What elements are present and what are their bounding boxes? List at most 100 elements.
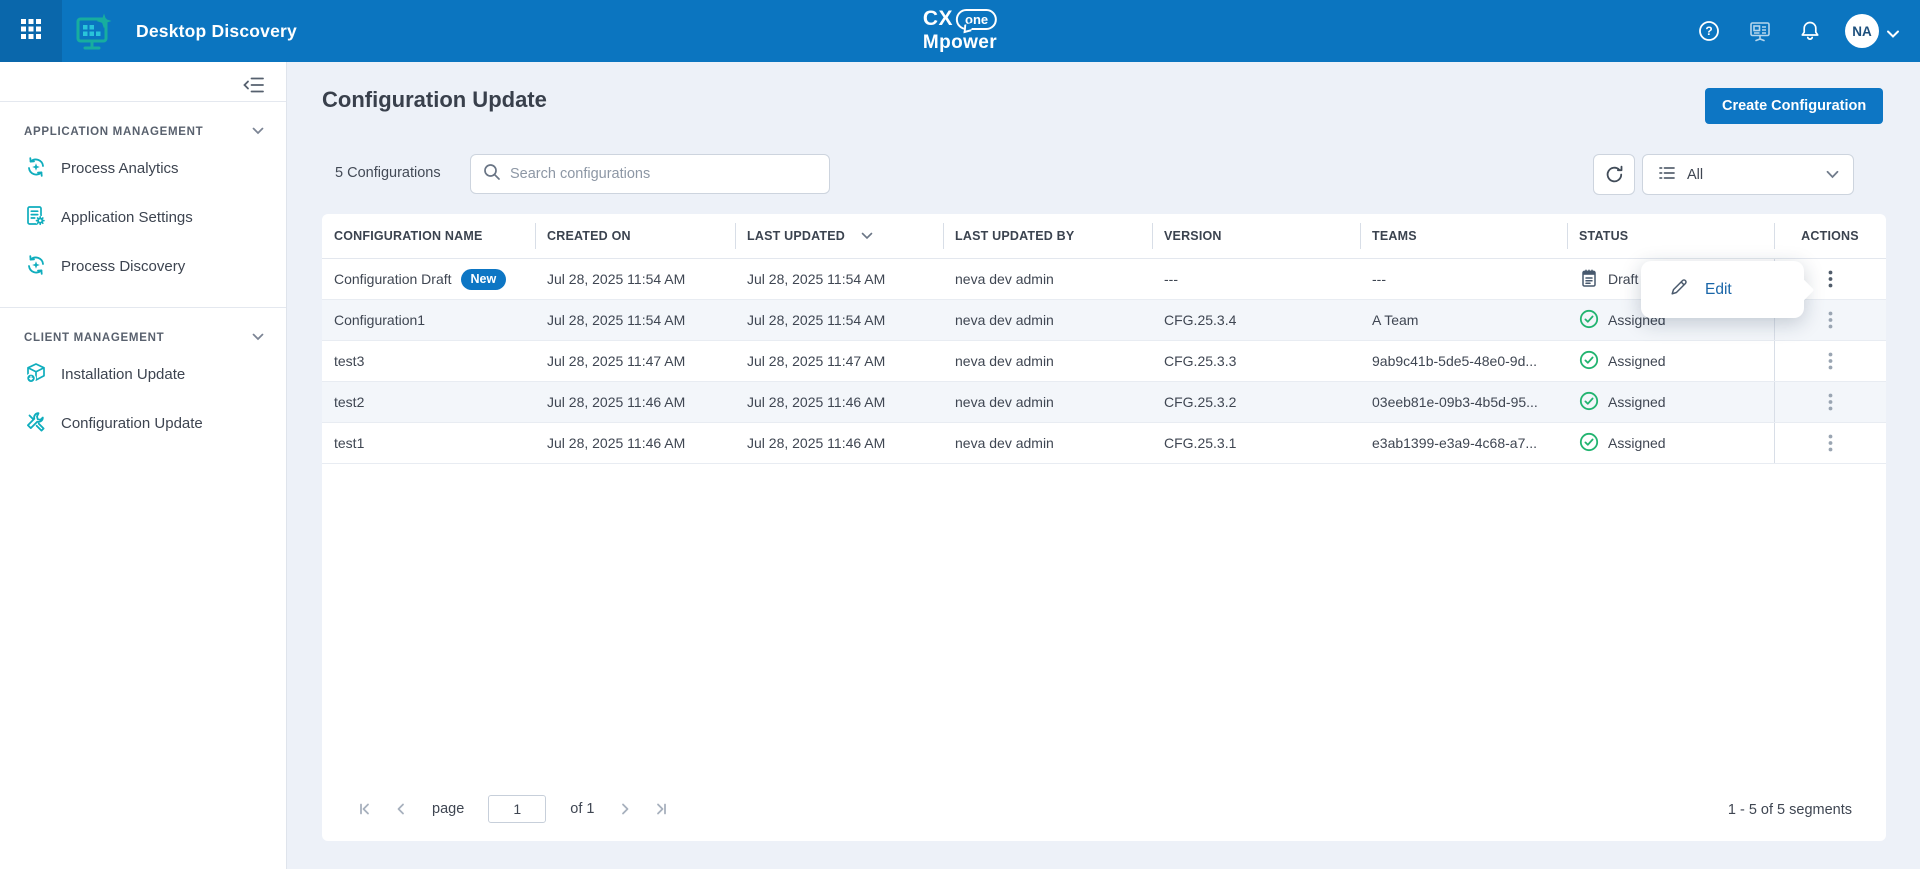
last-updated-by-cell: neva dev admin [943, 259, 1152, 299]
status-assigned-icon [1579, 350, 1599, 373]
last-updated-by-cell: neva dev admin [943, 423, 1152, 463]
sidebar-item-label: Installation Update [61, 366, 185, 383]
row-actions-kebab-icon[interactable] [1816, 428, 1846, 458]
teams-cell: --- [1360, 259, 1567, 299]
status-assigned-icon [1579, 391, 1599, 414]
version-cell: CFG.25.3.4 [1152, 300, 1360, 340]
configuration-name: Configuration1 [334, 312, 425, 328]
version-cell: CFG.25.3.3 [1152, 341, 1360, 381]
app-launcher-button[interactable] [0, 0, 62, 62]
column-header-version: VERSION [1152, 214, 1360, 258]
row-actions-kebab-icon[interactable] [1816, 346, 1846, 376]
sidebar-section-header[interactable]: APPLICATION MANAGEMENT [0, 126, 286, 144]
table-row[interactable]: test2 Jul 28, 2025 11:46 AM Jul 28, 2025… [322, 382, 1886, 423]
status-cell: Assigned [1567, 382, 1774, 422]
created-on-cell: Jul 28, 2025 11:54 AM [535, 300, 735, 340]
column-header-teams: TEAMS [1360, 214, 1567, 258]
table-row[interactable]: test3 Jul 28, 2025 11:47 AM Jul 28, 2025… [322, 341, 1886, 382]
status-cell: Assigned [1567, 423, 1774, 463]
search-box [470, 154, 830, 194]
top-header: Desktop Discovery CX one Mpower ? NA [0, 0, 1920, 62]
process-discovery-icon [24, 253, 48, 281]
user-avatar[interactable]: NA [1845, 14, 1879, 48]
actions-cell [1774, 382, 1886, 422]
sidebar-section: APPLICATION MANAGEMENT Process Analytics… [0, 102, 286, 307]
pagination: page of 1 [352, 795, 674, 823]
version-cell: CFG.25.3.2 [1152, 382, 1360, 422]
status-assigned-icon [1579, 309, 1599, 332]
sidebar-section-header[interactable]: CLIENT MANAGEMENT [0, 332, 286, 350]
sidebar-collapse-icon[interactable] [242, 73, 266, 97]
status-label: Assigned [1608, 394, 1666, 410]
column-header-created-on: CREATED ON [535, 214, 735, 258]
create-configuration-button[interactable]: Create Configuration [1705, 88, 1883, 124]
created-on-cell: Jul 28, 2025 11:46 AM [535, 423, 735, 463]
presentation-icon[interactable] [1748, 19, 1772, 43]
column-header-configuration-name: CONFIGURATION NAME [322, 214, 535, 258]
previous-page-icon[interactable] [388, 796, 414, 822]
page-label: page [432, 801, 464, 817]
app-title: Desktop Discovery [136, 0, 297, 62]
sidebar-item-configuration-update[interactable]: Configuration Update [0, 399, 286, 448]
sidebar-item-installation-update[interactable]: Installation Update [0, 350, 286, 399]
chevron-down-icon [252, 126, 264, 138]
search-icon [483, 163, 501, 186]
last-updated-cell: Jul 28, 2025 11:46 AM [735, 423, 943, 463]
sidebar: APPLICATION MANAGEMENT Process Analytics… [0, 62, 287, 869]
page-input[interactable] [488, 795, 546, 823]
sidebar-item-process-discovery[interactable]: Process Discovery [0, 242, 286, 291]
column-header-last-updated[interactable]: LAST UPDATED [735, 214, 943, 258]
configurations-count: 5 Configurations [335, 165, 441, 181]
configuration-name: test2 [334, 394, 364, 410]
configuration-update-icon [24, 410, 48, 438]
main-content: Configuration Update Create Configuratio… [287, 62, 1920, 869]
created-on-cell: Jul 28, 2025 11:54 AM [535, 259, 735, 299]
sidebar-section-label: APPLICATION MANAGEMENT [24, 126, 203, 138]
edit-menu-item[interactable]: Edit [1705, 281, 1732, 299]
created-on-cell: Jul 28, 2025 11:46 AM [535, 382, 735, 422]
process-analytics-icon [24, 155, 48, 183]
status-assigned-icon [1579, 432, 1599, 455]
last-updated-by-cell: neva dev admin [943, 341, 1152, 381]
column-header-status: STATUS [1567, 214, 1774, 258]
created-on-cell: Jul 28, 2025 11:47 AM [535, 341, 735, 381]
teams-cell: A Team [1360, 300, 1567, 340]
pencil-icon [1668, 276, 1690, 303]
user-menu-chevron-down-icon[interactable] [1886, 26, 1900, 44]
svg-text:?: ? [1705, 24, 1712, 38]
status-label: Assigned [1608, 353, 1666, 369]
sidebar-nav: APPLICATION MANAGEMENT Process Analytics… [0, 102, 286, 464]
next-page-icon[interactable] [612, 796, 638, 822]
sort-chevron-down-icon[interactable] [861, 229, 873, 243]
refresh-button[interactable] [1593, 154, 1635, 195]
notifications-bell-icon[interactable] [1798, 19, 1822, 43]
last-updated-cell: Jul 28, 2025 11:54 AM [735, 259, 943, 299]
sidebar-item-process-analytics[interactable]: Process Analytics [0, 144, 286, 193]
table-row[interactable]: test1 Jul 28, 2025 11:46 AM Jul 28, 2025… [322, 423, 1886, 464]
sidebar-item-application-settings[interactable]: Application Settings [0, 193, 286, 242]
first-page-icon[interactable] [352, 796, 378, 822]
column-header-last-updated-by: LAST UPDATED BY [943, 214, 1152, 258]
list-filter-icon [1657, 163, 1677, 187]
search-input[interactable] [510, 166, 817, 182]
row-actions-kebab-icon[interactable] [1816, 387, 1846, 417]
sidebar-section-label: CLIENT MANAGEMENT [24, 332, 164, 344]
row-actions-kebab-icon[interactable] [1816, 264, 1846, 294]
logo-cx-text: CX [923, 7, 953, 31]
actions-cell [1774, 341, 1886, 381]
cxone-mpower-logo: CX one Mpower [923, 7, 997, 54]
teams-cell: 03eeb81e-09b3-4b5d-95... [1360, 382, 1567, 422]
row-context-menu-edit[interactable]: Edit [1641, 261, 1804, 318]
version-cell: CFG.25.3.1 [1152, 423, 1360, 463]
help-icon[interactable]: ? [1697, 19, 1721, 43]
filter-dropdown[interactable]: All [1642, 154, 1854, 195]
status-cell: Assigned [1567, 341, 1774, 381]
filter-selected-value: All [1687, 167, 1703, 183]
installation-update-icon [24, 361, 48, 389]
configuration-name: test1 [334, 435, 364, 451]
desktop-discovery-app-icon [74, 11, 118, 56]
last-page-icon[interactable] [648, 796, 674, 822]
row-actions-kebab-icon[interactable] [1816, 305, 1846, 335]
page-of-label: of 1 [570, 801, 594, 817]
logo-one-bubble: one [956, 9, 997, 30]
